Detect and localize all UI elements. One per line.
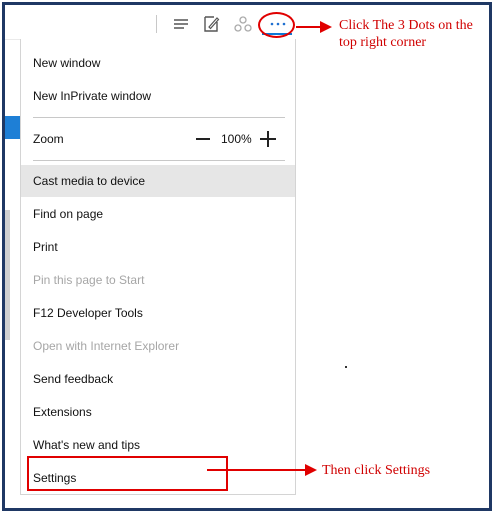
toolbar-separator [156,15,157,33]
zoom-level: 100% [221,132,252,146]
settings-highlight-box [27,456,228,491]
menu-item-f12-developer-tools[interactable]: F12 Developer Tools [21,297,295,329]
menu-item-label: What's new and tips [33,438,141,452]
dots-highlight-circle [258,12,295,38]
menu-item-label: New window [33,56,101,70]
menu-item-label: F12 Developer Tools [33,306,143,320]
dots-instruction-note: Click The 3 Dots on the top right corner [339,18,473,50]
menu-item-print[interactable]: Print [21,231,295,263]
menu-item-label: Zoom [33,132,64,146]
settings-instruction-note: Then click Settings [322,463,431,478]
web-note-icon[interactable] [201,14,221,34]
menu-item-label: Send feedback [33,372,114,386]
zoom-in-icon[interactable] [260,131,276,147]
dots-arrow-line [296,26,322,28]
menu-item-label: Open with Internet Explorer [33,339,180,353]
menu-divider [33,117,285,118]
hub-icon[interactable] [171,14,191,34]
menu-item-label: Cast media to device [33,174,146,188]
menu-item-new-inprivate-window[interactable]: New InPrivate window [21,80,295,112]
menu-item-label: Pin this page to Start [33,273,145,287]
menu-item-new-window[interactable]: New window [21,47,295,79]
menu-item-extensions[interactable]: Extensions [21,396,295,428]
zoom-out-icon[interactable] [196,138,210,140]
share-icon[interactable] [233,14,253,34]
dots-arrow-head [320,21,332,33]
menu-item-label: Print [33,240,58,254]
menu-divider [33,160,285,161]
menu-item-pin-to-start: Pin this page to Start [21,264,295,296]
menu-item-send-feedback[interactable]: Send feedback [21,363,295,395]
settings-and-more-menu: New window New InPrivate window Zoom 100… [20,39,296,495]
settings-arrow-line [207,469,307,471]
menu-item-zoom: Zoom 100% [21,123,295,155]
menu-item-label: Extensions [33,405,92,419]
menu-item-label: New InPrivate window [33,89,152,103]
settings-arrow-head [305,464,317,476]
menu-item-cast-media[interactable]: Cast media to device [21,165,295,197]
stray-dot [345,366,347,368]
menu-item-find-on-page[interactable]: Find on page [21,198,295,230]
menu-item-label: Find on page [33,207,104,221]
page-tab-strip [5,116,20,139]
menu-item-open-with-ie: Open with Internet Explorer [21,330,295,362]
page-scrollbar[interactable] [5,210,10,340]
browser-toolbar [5,5,293,40]
